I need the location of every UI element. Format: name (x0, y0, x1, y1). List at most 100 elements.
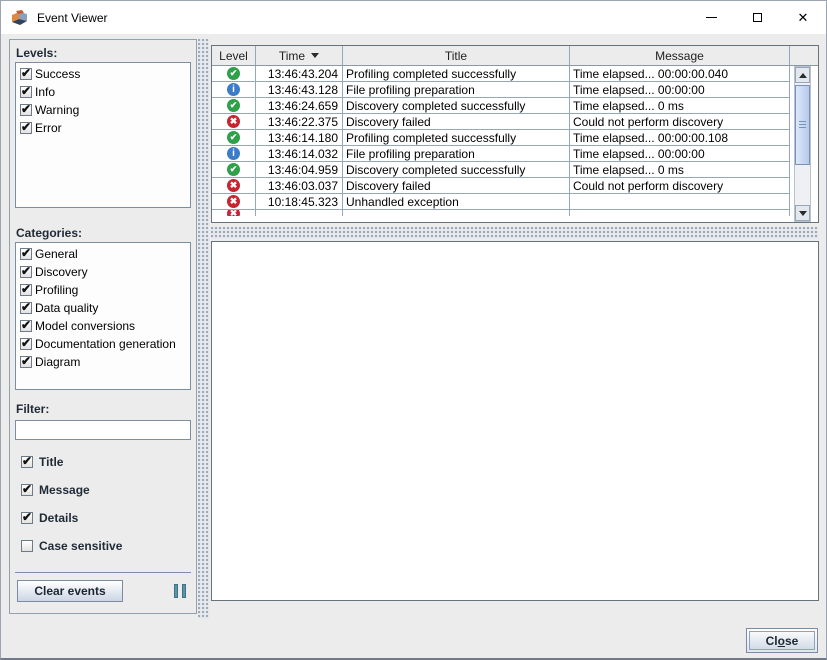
sort-desc-icon (311, 53, 320, 58)
cell-time: 13:46:43.128 (256, 82, 343, 97)
error-icon (227, 115, 240, 128)
checkbox-icon[interactable] (20, 246, 32, 260)
checkbox-label: General (35, 247, 78, 261)
cell-level (212, 66, 256, 81)
clear-events-button[interactable]: Clear events (17, 580, 123, 602)
table-row[interactable]: 13:46:03.037Discovery failedCould not pe… (212, 178, 790, 194)
app-logo-icon (12, 9, 27, 25)
checkbox-label: Info (35, 85, 56, 99)
column-header-message[interactable]: Message (570, 46, 790, 65)
scroll-down-button[interactable] (795, 205, 810, 221)
vertical-split-divider[interactable] (198, 39, 210, 619)
scrollbar-thumb[interactable] (795, 85, 810, 165)
error-icon (227, 179, 240, 192)
table-row[interactable]: 13:46:43.204Profiling completed successf… (212, 66, 790, 82)
cell-level (212, 194, 256, 209)
cell-time (256, 210, 343, 216)
event-table-header: Level Time Title Message (212, 46, 818, 66)
levels-list[interactable]: Success Info Warning Error (15, 62, 191, 208)
checkbox-icon[interactable] (21, 510, 33, 524)
checkbox-item-profiling[interactable]: Profiling (17, 281, 189, 299)
checkbox-label: Documentation generation (35, 337, 176, 351)
checkbox-label: Error (35, 121, 62, 135)
checkbox-icon[interactable] (20, 318, 32, 332)
column-header-time[interactable]: Time (256, 46, 343, 65)
checkbox-item-data-quality[interactable]: Data quality (17, 299, 189, 317)
table-row[interactable]: 13:46:04.959Discovery completed successf… (212, 162, 790, 178)
cell-time: 13:46:14.180 (256, 130, 343, 145)
table-row[interactable]: 13:46:14.180Profiling completed successf… (212, 130, 790, 146)
success-icon (227, 163, 240, 176)
levels-label: Levels: (16, 46, 58, 60)
checkbox-item-discovery[interactable]: Discovery (17, 263, 189, 281)
checkbox-icon[interactable] (20, 264, 32, 278)
table-row[interactable]: 13:46:43.128File profiling preparationTi… (212, 82, 790, 98)
event-table-body: 13:46:43.204Profiling completed successf… (212, 66, 790, 216)
cell-message (570, 210, 790, 216)
cell-level (212, 210, 256, 216)
cell-level (212, 114, 256, 129)
cell-message: Time elapsed... 00:00:00 (570, 146, 790, 161)
checkbox-label: Success (35, 67, 81, 81)
maximize-button[interactable] (734, 1, 780, 34)
checkbox-label: Diagram (35, 355, 81, 369)
cell-time: 13:46:22.375 (256, 114, 343, 129)
column-header-title[interactable]: Title (343, 46, 570, 65)
table-row[interactable]: 10:18:45.323Unhandled exception (212, 194, 790, 210)
window-close-button[interactable]: ✕ (780, 1, 826, 34)
checkbox-icon[interactable] (21, 454, 33, 468)
maximize-icon (752, 13, 762, 22)
checkbox-item-info[interactable]: Info (17, 83, 189, 101)
table-row[interactable]: 13:46:22.375Discovery failedCould not pe… (212, 114, 790, 130)
checkbox-item-diagram[interactable]: Diagram (17, 353, 189, 371)
checkbox-icon[interactable] (21, 540, 33, 552)
checkbox-label: Case sensitive (39, 539, 123, 553)
filter-input[interactable] (15, 420, 191, 440)
cell-title: Profiling completed successfully (343, 130, 570, 145)
cell-time: 13:46:04.959 (256, 162, 343, 177)
minimize-button[interactable] (688, 1, 734, 34)
checkbox-label: Data quality (35, 301, 99, 315)
table-row[interactable]: 13:46:14.032File profiling preparationTi… (212, 146, 790, 162)
table-row-partial[interactable] (212, 210, 790, 216)
scroll-up-button[interactable] (795, 67, 810, 83)
titlebar[interactable]: Event Viewer ✕ (1, 1, 826, 34)
checkbox-item-details[interactable]: Details (18, 504, 194, 532)
cell-level (212, 162, 256, 177)
horizontal-split-divider[interactable] (211, 227, 819, 239)
checkbox-icon[interactable] (21, 482, 33, 496)
checkbox-item-case-sensitive[interactable]: Case sensitive (18, 532, 194, 560)
checkbox-item-warning[interactable]: Warning (17, 101, 189, 119)
cell-title: File profiling preparation (343, 146, 570, 161)
checkbox-icon[interactable] (20, 354, 32, 368)
cell-title (343, 210, 570, 216)
cell-title: File profiling preparation (343, 82, 570, 97)
checkbox-item-success[interactable]: Success (17, 65, 189, 83)
checkbox-item-error[interactable]: Error (17, 119, 189, 137)
checkbox-item-model-conversions[interactable]: Model conversions (17, 317, 189, 335)
event-table-panel: Level Time Title Message 13:46:43.204Pro… (211, 45, 819, 223)
checkbox-label: Discovery (35, 265, 88, 279)
categories-list[interactable]: General Discovery Profiling Data quality Mod… (15, 242, 191, 390)
info-icon (227, 83, 240, 96)
cell-time: 13:46:24.659 (256, 98, 343, 113)
checkbox-icon[interactable] (20, 120, 32, 134)
table-row[interactable]: 13:46:24.659Discovery completed successf… (212, 98, 790, 114)
checkbox-icon[interactable] (20, 282, 32, 296)
checkbox-icon[interactable] (20, 336, 32, 350)
column-header-level[interactable]: Level (212, 46, 256, 65)
cell-title: Profiling completed successfully (343, 66, 570, 81)
close-button[interactable]: Close (746, 628, 818, 653)
checkbox-icon[interactable] (20, 66, 32, 80)
checkbox-item-documentation-generation[interactable]: Documentation generation (17, 335, 189, 353)
checkbox-item-message[interactable]: Message (18, 476, 194, 504)
checkbox-icon[interactable] (20, 84, 32, 98)
event-details-panel[interactable] (211, 241, 819, 601)
checkbox-item-general[interactable]: General (17, 245, 189, 263)
pause-icon[interactable] (174, 584, 186, 598)
arrow-up-icon (798, 72, 807, 78)
checkbox-icon[interactable] (20, 300, 32, 314)
table-vertical-scrollbar[interactable] (794, 66, 811, 222)
checkbox-item-title[interactable]: Title (18, 448, 194, 476)
checkbox-icon[interactable] (20, 102, 32, 116)
